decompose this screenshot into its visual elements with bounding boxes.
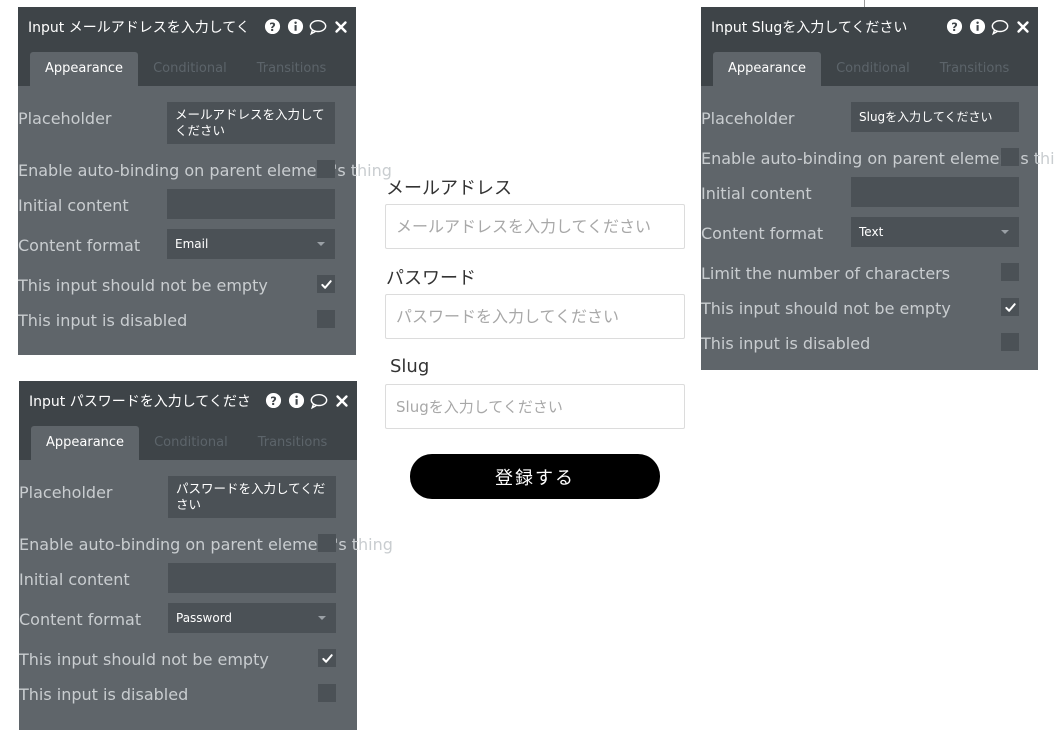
- content-format-value: Text: [859, 225, 884, 239]
- autobind-checkbox[interactable]: [317, 160, 335, 178]
- tab-conditional[interactable]: Conditional: [138, 52, 242, 86]
- checkmark-icon: [320, 278, 333, 291]
- tab-appearance[interactable]: Appearance: [713, 52, 822, 86]
- password-input-property-panel: Input パスワードを入力してくださ Appearance Condition…: [19, 381, 393, 730]
- password-input[interactable]: [385, 294, 685, 339]
- content-format-label: Content format: [701, 224, 824, 243]
- help-icon[interactable]: [263, 18, 281, 36]
- content-format-value: Password: [176, 611, 233, 625]
- placeholder-label: Placeholder: [19, 483, 113, 502]
- email-input-property-panel: Input メールアドレスを入力してく Appearance Condition…: [18, 7, 392, 355]
- placeholder-label: Placeholder: [701, 109, 795, 128]
- placeholder-field[interactable]: メールアドレスを入力してください: [167, 102, 335, 144]
- not-empty-checkbox[interactable]: [1001, 298, 1019, 316]
- tab-appearance[interactable]: Appearance: [30, 52, 139, 86]
- content-format-select[interactable]: Text: [851, 217, 1019, 247]
- comment-icon[interactable]: [991, 18, 1009, 36]
- chevron-down-icon: [1001, 230, 1009, 234]
- initial-content-field[interactable]: [168, 563, 336, 593]
- comment-icon[interactable]: [310, 392, 328, 410]
- chevron-down-icon: [318, 616, 326, 620]
- email-input[interactable]: [385, 204, 685, 249]
- slug-input[interactable]: [385, 384, 685, 429]
- help-icon[interactable]: [945, 18, 963, 36]
- slug-input-property-panel: Input Slugを入力してください Appearance Condition…: [701, 7, 1055, 370]
- info-icon[interactable]: [286, 18, 304, 36]
- slug-label: Slug: [390, 356, 430, 377]
- not-empty-label: This input should not be empty: [19, 650, 269, 669]
- autobind-checkbox[interactable]: [318, 534, 336, 552]
- initial-content-field[interactable]: [167, 189, 335, 219]
- panel-title: Input メールアドレスを入力してく: [28, 19, 250, 36]
- close-icon[interactable]: [1014, 18, 1032, 36]
- placeholder-label: Placeholder: [18, 109, 112, 128]
- disabled-label: This input is disabled: [19, 685, 189, 704]
- tab-appearance[interactable]: Appearance: [31, 426, 140, 460]
- limit-characters-label: Limit the number of characters: [701, 264, 951, 283]
- close-icon[interactable]: [333, 392, 351, 410]
- info-icon[interactable]: [287, 392, 305, 410]
- initial-content-label: Initial content: [19, 570, 130, 589]
- panel-tabs: Appearance Conditional Transitions: [701, 46, 1038, 86]
- disabled-checkbox[interactable]: [1001, 333, 1019, 351]
- autobind-label: Enable auto-binding on parent element's …: [19, 535, 393, 554]
- placeholder-field[interactable]: パスワードを入力してください: [168, 476, 336, 518]
- content-format-label: Content format: [19, 610, 142, 629]
- checkmark-icon: [1004, 301, 1017, 314]
- register-button[interactable]: 登録する: [410, 454, 660, 499]
- panel-header[interactable]: Input Slugを入力してください: [701, 7, 1038, 46]
- tab-transitions[interactable]: Transitions: [243, 426, 343, 460]
- comment-icon[interactable]: [309, 18, 327, 36]
- panel-tabs: Appearance Conditional Transitions: [19, 420, 357, 460]
- placeholder-field[interactable]: Slugを入力してください: [851, 102, 1019, 132]
- not-empty-checkbox[interactable]: [317, 275, 335, 293]
- disabled-label: This input is disabled: [18, 311, 188, 330]
- initial-content-label: Initial content: [18, 196, 129, 215]
- content-format-value: Email: [175, 237, 209, 251]
- help-icon[interactable]: [264, 392, 282, 410]
- autobind-checkbox[interactable]: [1001, 148, 1019, 166]
- content-format-select[interactable]: Password: [168, 603, 336, 633]
- panel-header[interactable]: Input メールアドレスを入力してく: [18, 7, 356, 46]
- tab-conditional[interactable]: Conditional: [821, 52, 925, 86]
- panel-title: Input パスワードを入力してくださ: [29, 393, 251, 410]
- chevron-down-icon: [317, 242, 325, 246]
- email-label: メールアドレス: [386, 178, 512, 199]
- close-icon[interactable]: [332, 18, 350, 36]
- content-format-label: Content format: [18, 236, 141, 255]
- panel-header[interactable]: Input パスワードを入力してくださ: [19, 381, 357, 420]
- autobind-label: Enable auto-binding on parent element's …: [18, 161, 392, 180]
- content-format-select[interactable]: Email: [167, 229, 335, 259]
- disabled-checkbox[interactable]: [317, 310, 335, 328]
- tab-transitions[interactable]: Transitions: [925, 52, 1025, 86]
- info-icon[interactable]: [968, 18, 986, 36]
- limit-characters-checkbox[interactable]: [1001, 263, 1019, 281]
- disabled-checkbox[interactable]: [318, 684, 336, 702]
- checkmark-icon: [321, 652, 334, 665]
- password-label: パスワード: [386, 268, 476, 289]
- not-empty-label: This input should not be empty: [701, 299, 951, 318]
- initial-content-label: Initial content: [701, 184, 812, 203]
- panel-title: Input Slugを入力してください: [711, 19, 908, 36]
- panel-tabs: Appearance Conditional Transitions: [18, 46, 356, 86]
- cursor-tick: [864, 0, 865, 7]
- initial-content-field[interactable]: [851, 177, 1019, 207]
- not-empty-checkbox[interactable]: [318, 649, 336, 667]
- not-empty-label: This input should not be empty: [18, 276, 268, 295]
- disabled-label: This input is disabled: [701, 334, 871, 353]
- tab-transitions[interactable]: Transitions: [242, 52, 342, 86]
- tab-conditional[interactable]: Conditional: [139, 426, 243, 460]
